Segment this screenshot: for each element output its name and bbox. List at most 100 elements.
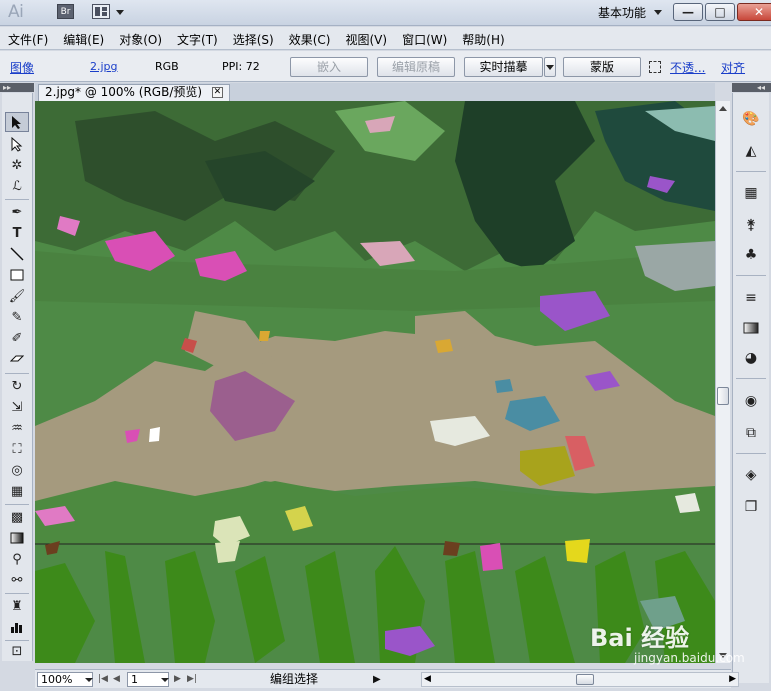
- rectangle-tool[interactable]: [5, 265, 29, 285]
- color-guide-icon[interactable]: ◭: [740, 141, 762, 161]
- symbols-icon[interactable]: ♣: [740, 245, 762, 265]
- artboard-caret-icon[interactable]: [161, 678, 169, 682]
- artboards-panel-icon[interactable]: ❐: [740, 497, 762, 517]
- align-link[interactable]: 对齐: [721, 59, 745, 76]
- vertical-scroll-thumb[interactable]: [717, 387, 729, 405]
- arrow-cursor-icon: [12, 115, 21, 129]
- next-artboard-icon[interactable]: ▶: [174, 674, 181, 684]
- symbol-sprayer-tool[interactable]: ♜: [5, 596, 29, 616]
- blend-icon: ⚯: [11, 572, 23, 588]
- gradient-tool[interactable]: [5, 528, 29, 548]
- close-tab-icon[interactable]: ✕: [211, 87, 223, 98]
- scale-icon: ⇲: [11, 399, 23, 415]
- free-transform-icon: ⛶: [12, 441, 22, 457]
- hollow-arrow-icon: [11, 136, 23, 152]
- document-canvas[interactable]: [35, 101, 715, 663]
- document-tab[interactable]: 2.jpg* @ 100% (RGB/预览) ✕: [38, 84, 230, 101]
- layers-icon[interactable]: ◈: [740, 465, 762, 485]
- rectangle-icon: [10, 269, 24, 281]
- selection-tool[interactable]: [5, 112, 29, 132]
- document-tab-label: 2.jpg* @ 100% (RGB/预览): [45, 85, 203, 99]
- menu-select[interactable]: 选择(S): [233, 27, 282, 49]
- perspective-grid-tool[interactable]: ▦: [5, 481, 29, 501]
- color-panel-icon[interactable]: 🎨: [740, 109, 762, 129]
- horizontal-scroll-thumb[interactable]: [576, 674, 594, 685]
- line-icon: [10, 247, 24, 261]
- menu-edit[interactable]: 编辑(E): [63, 27, 112, 49]
- eyedropper-tool[interactable]: ⚲: [5, 549, 29, 569]
- free-transform-tool[interactable]: ⛶: [5, 439, 29, 459]
- type-tool[interactable]: T: [5, 223, 29, 243]
- first-artboard-icon[interactable]: |◀: [98, 674, 108, 684]
- transform-icon[interactable]: [649, 61, 661, 73]
- menu-window[interactable]: 窗口(W): [402, 27, 455, 49]
- title-bar: Ai Br 基本功能 — □ ✕: [0, 0, 771, 26]
- mask-button[interactable]: 蒙版: [563, 57, 641, 77]
- live-trace-button[interactable]: 实时描摹: [464, 57, 543, 77]
- transparency-icon[interactable]: ◕: [740, 348, 762, 368]
- workspace-switcher[interactable]: 基本功能: [598, 4, 646, 21]
- menu-object[interactable]: 对象(O): [119, 27, 170, 49]
- zoom-caret-icon[interactable]: [85, 678, 93, 682]
- status-bar: 100% |◀ ◀ 1 ▶ ▶| 编组选择 ▶ ◀ ▶: [35, 669, 739, 688]
- eraser-tool[interactable]: [5, 349, 29, 369]
- column-graph-tool[interactable]: [5, 617, 29, 637]
- appearance-icon[interactable]: ◉: [740, 391, 762, 411]
- minimize-button[interactable]: —: [673, 3, 703, 21]
- paintbrush-icon: 🖌: [8, 288, 26, 304]
- filename-link[interactable]: 2.jpg: [90, 60, 118, 73]
- menu-type[interactable]: 文字(T): [177, 27, 226, 49]
- paintbrush-tool[interactable]: 🖌: [5, 286, 29, 306]
- workspace-caret-icon[interactable]: [654, 10, 662, 15]
- close-window-button[interactable]: ✕: [737, 3, 771, 21]
- line-segment-tool[interactable]: [5, 244, 29, 264]
- menu-effect[interactable]: 效果(C): [289, 27, 339, 49]
- menu-view[interactable]: 视图(V): [345, 27, 395, 49]
- swatches-icon[interactable]: ▦: [740, 183, 762, 203]
- previous-artboard-icon[interactable]: ◀: [113, 674, 120, 684]
- direct-selection-tool[interactable]: [5, 134, 29, 154]
- pen-tool[interactable]: ✒: [5, 202, 29, 222]
- status-text[interactable]: 编组选择: [205, 672, 383, 687]
- stroke-icon[interactable]: ≡: [740, 288, 762, 308]
- artboard-tool[interactable]: ⊡: [5, 641, 29, 661]
- opacity-link[interactable]: 不透...: [670, 59, 705, 76]
- scroll-up-icon[interactable]: [719, 106, 727, 111]
- magic-wand-tool[interactable]: ✲: [5, 155, 29, 175]
- menu-help[interactable]: 帮助(H): [462, 27, 512, 49]
- blend-tool[interactable]: ⚯: [5, 570, 29, 590]
- blob-brush-icon: ✐: [11, 330, 23, 346]
- graphic-styles-icon[interactable]: ⧉: [740, 423, 762, 443]
- mesh-tool[interactable]: ▩: [5, 507, 29, 527]
- blob-brush-tool[interactable]: ✐: [5, 328, 29, 348]
- rotate-tool[interactable]: ↻: [5, 376, 29, 396]
- bridge-button[interactable]: Br: [57, 4, 74, 19]
- lasso-tool[interactable]: ℒ: [5, 176, 29, 196]
- last-artboard-icon[interactable]: ▶|: [187, 674, 197, 684]
- edit-original-button[interactable]: 编辑原稿: [377, 57, 455, 77]
- expand-dock-icon[interactable]: ◂◂: [757, 83, 765, 92]
- vertical-scrollbar[interactable]: [715, 101, 730, 663]
- menu-file[interactable]: 文件(F): [8, 27, 56, 49]
- live-trace-dropdown[interactable]: [544, 57, 556, 77]
- pencil-tool[interactable]: ✎: [5, 307, 29, 327]
- eraser-icon: [10, 355, 24, 362]
- scroll-right-icon[interactable]: ▶: [729, 674, 736, 684]
- embed-button[interactable]: 嵌入: [290, 57, 368, 77]
- scale-tool[interactable]: ⇲: [5, 397, 29, 417]
- gradient-panel-icon[interactable]: [740, 318, 762, 338]
- restore-button[interactable]: □: [705, 3, 735, 21]
- arrange-documents-button[interactable]: [92, 4, 110, 19]
- placed-image[interactable]: [35, 101, 715, 663]
- object-type-link[interactable]: 图像: [10, 59, 34, 76]
- scroll-left-icon[interactable]: ◀: [424, 674, 431, 684]
- document-tab-bar: 2.jpg* @ 100% (RGB/预览) ✕: [35, 83, 715, 101]
- horizontal-scrollbar[interactable]: ◀ ▶: [421, 672, 739, 687]
- dock-header[interactable]: [732, 83, 771, 92]
- collapse-toolbox-icon[interactable]: ▸▸: [3, 83, 11, 92]
- shape-builder-tool[interactable]: ◎: [5, 460, 29, 480]
- warp-tool[interactable]: ♒: [5, 418, 29, 438]
- arrange-documents-caret-icon[interactable]: [116, 10, 124, 15]
- status-menu-arrow-icon[interactable]: ▶: [373, 674, 381, 685]
- brushes-icon[interactable]: ⚵: [740, 215, 762, 235]
